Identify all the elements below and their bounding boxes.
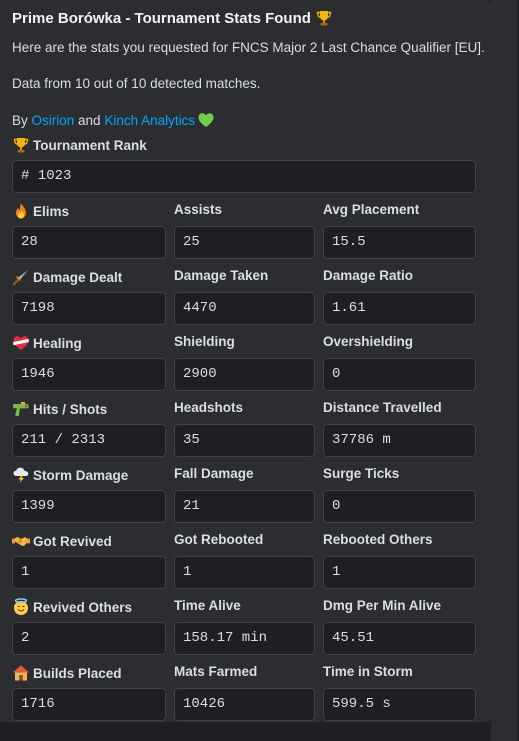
assists-label: Assists: [174, 202, 223, 217]
time-in-storm-value: 599.5 s: [323, 688, 476, 721]
handshake-icon: [12, 532, 30, 550]
surge-ticks-label: Surge Ticks: [323, 466, 400, 481]
avg-placement-label: Avg Placement: [323, 202, 420, 217]
tournament-rank-value: # 1023: [12, 160, 476, 193]
rebooted-others-label: Rebooted Others: [323, 532, 433, 547]
got-revived-value: 1: [12, 556, 166, 589]
time-alive-label: Time Alive: [174, 598, 241, 613]
revived-others-label: Revived Others: [12, 598, 132, 616]
elims-label: Elims: [12, 202, 69, 220]
fall-damage-value: 21: [174, 490, 315, 523]
storm-damage-label: Storm Damage: [12, 466, 128, 484]
hits-shots-value: 211 / 2313: [12, 424, 166, 457]
revived-others-label-text: Revived Others: [33, 599, 133, 615]
overshielding-value: 0: [323, 358, 476, 391]
got-revived-label: Got Revived: [12, 532, 112, 550]
damage-ratio-value: 1.61: [323, 292, 476, 325]
kinch-analytics-link[interactable]: Kinch Analytics: [104, 113, 195, 128]
damage-dealt-value: 7198: [12, 292, 166, 325]
time-alive-value: 158.17 min: [174, 622, 315, 655]
scroll-gutter: [491, 0, 519, 741]
damage-dealt-label-text: Damage Dealt: [33, 269, 123, 285]
embed-title: Prime Borówka - Tournament Stats Found: [12, 9, 333, 27]
fall-damage-label: Fall Damage: [174, 466, 254, 481]
storm-cloud-icon: [12, 466, 30, 484]
time-in-storm-label: Time in Storm: [323, 664, 413, 679]
description-event: Here are the stats you requested for FNC…: [12, 40, 485, 55]
elims-label-text: Elims: [33, 203, 70, 219]
headshots-label: Headshots: [174, 400, 244, 415]
builds-placed-label-text: Builds Placed: [33, 665, 122, 681]
damage-dealt-label: Damage Dealt: [12, 268, 122, 286]
healing-label: Healing: [12, 334, 82, 352]
house-icon: [12, 664, 30, 682]
overshielding-label: Overshielding: [323, 334, 414, 349]
angel-face-icon: [12, 598, 30, 616]
hits-shots-label: Hits / Shots: [12, 400, 107, 418]
damage-taken-value: 4470: [174, 292, 315, 325]
damage-taken-label: Damage Taken: [174, 268, 269, 283]
shielding-label: Shielding: [174, 334, 235, 349]
stats-embed: Prime Borówka - Tournament Stats Found H…: [0, 0, 491, 722]
storm-damage-label-text: Storm Damage: [33, 467, 129, 483]
healing-value: 1946: [12, 358, 166, 391]
damage-ratio-label: Damage Ratio: [323, 268, 414, 283]
description-matches: Data from 10 out of 10 detected matches.: [12, 76, 261, 91]
headshots-value: 35: [174, 424, 315, 457]
fire-icon: [12, 202, 30, 220]
description-credits: By Osirion and Kinch Analytics: [12, 111, 215, 129]
trophy-icon: [12, 136, 30, 154]
credits-and: and: [74, 112, 105, 128]
embed-title-text: Prime Borówka - Tournament Stats Found: [12, 9, 311, 27]
got-rebooted-value: 1: [174, 556, 315, 589]
trophy-icon: [315, 9, 333, 27]
water-pistol-icon: [12, 400, 30, 418]
storm-damage-value: 1399: [12, 490, 166, 523]
dagger-icon: [12, 268, 30, 286]
elims-value: 28: [12, 226, 166, 259]
avg-placement-value: 15.5: [323, 226, 476, 259]
revived-others-value: 2: [12, 622, 166, 655]
hits-shots-label-text: Hits / Shots: [33, 401, 108, 417]
rebooted-others-value: 1: [323, 556, 476, 589]
got-rebooted-label: Got Rebooted: [174, 532, 264, 547]
assists-value: 25: [174, 226, 315, 259]
healing-label-text: Healing: [33, 335, 82, 351]
dmg-per-min-alive-value: 45.51: [323, 622, 476, 655]
builds-placed-label: Builds Placed: [12, 664, 122, 682]
shielding-value: 2900: [174, 358, 315, 391]
mats-farmed-label: Mats Farmed: [174, 664, 258, 679]
osirion-link[interactable]: Osirion: [32, 113, 75, 128]
credits-prefix: By: [12, 112, 32, 128]
distance-travelled-label: Distance Travelled: [323, 400, 442, 415]
distance-travelled-value: 37786 m: [323, 424, 476, 457]
mats-farmed-value: 10426: [174, 688, 315, 721]
tournament-rank-label: Tournament Rank: [12, 136, 147, 154]
got-revived-label-text: Got Revived: [33, 533, 112, 549]
green-heart-icon: [197, 111, 215, 129]
tournament-rank-label-text: Tournament Rank: [33, 137, 147, 153]
builds-placed-value: 1716: [12, 688, 166, 721]
surge-ticks-value: 0: [323, 490, 476, 523]
mending-heart-icon: [12, 334, 30, 352]
dmg-per-min-alive-label: Dmg Per Min Alive: [323, 598, 442, 613]
